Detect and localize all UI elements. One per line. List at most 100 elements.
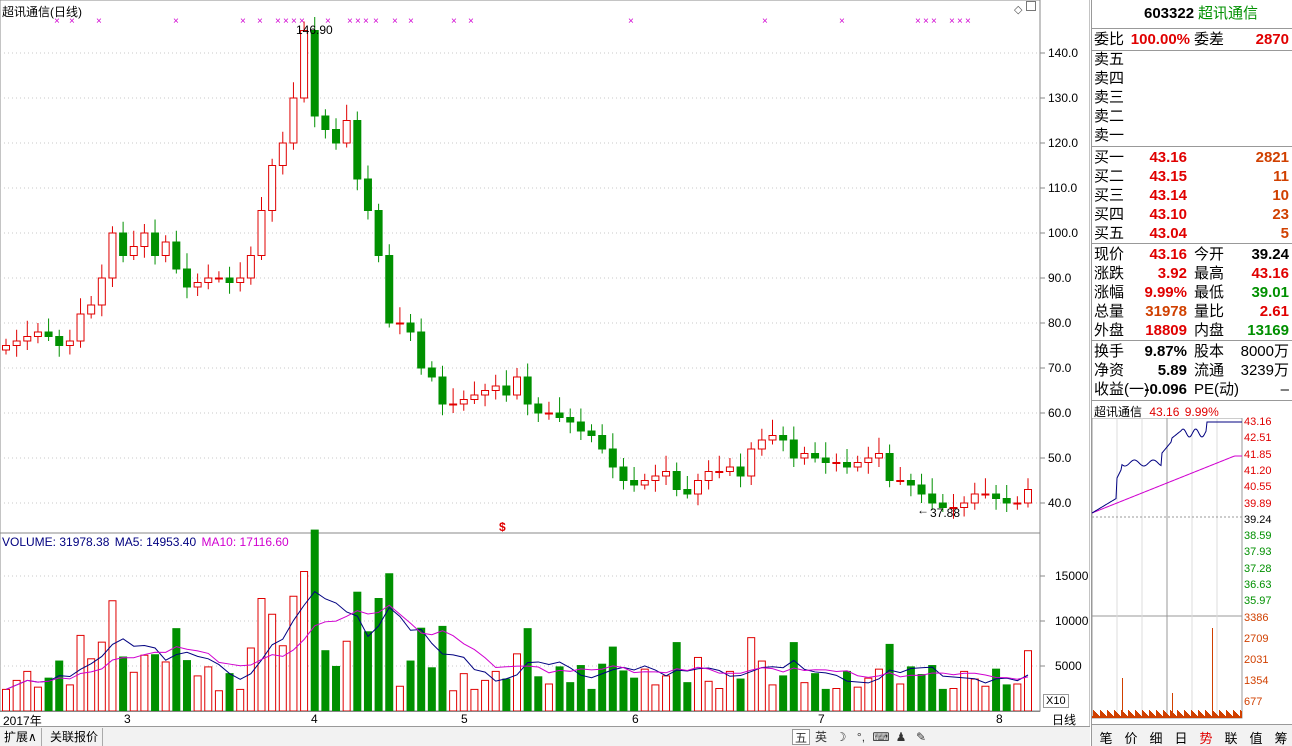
wrench-icon[interactable]: ✎	[912, 729, 930, 745]
volume-bar	[23, 670, 32, 712]
tab-ticks[interactable]: 笔	[1094, 728, 1118, 746]
volume-bar	[576, 665, 585, 712]
stat-value: 3239万	[1240, 362, 1289, 379]
volume-bar	[268, 613, 277, 712]
diamond-icon[interactable]: ◇	[1014, 3, 1022, 16]
stat-value: 39.24	[1251, 246, 1289, 263]
user-icon[interactable]: ♟	[892, 729, 910, 745]
candle-body	[236, 277, 245, 283]
candle-body	[385, 255, 394, 324]
volume-bar	[321, 650, 330, 712]
stat-label: 净资	[1094, 362, 1125, 379]
mini-price-tick: 42.51	[1244, 432, 1272, 445]
moon-icon[interactable]: ☽	[832, 729, 850, 745]
english-mode-icon[interactable]: 英	[812, 729, 830, 745]
stat-label: 最高	[1194, 265, 1225, 282]
stat-value: -0.096	[1144, 381, 1187, 398]
volume-bar	[140, 654, 149, 712]
buy-volume: 23	[1272, 206, 1289, 223]
stat-value: 2.61	[1259, 303, 1289, 320]
candle-body	[513, 376, 521, 396]
volume-bar	[928, 665, 937, 712]
buy-row[interactable]: 买一 43.16 2821	[1092, 148, 1292, 167]
tab-price[interactable]: 价	[1119, 728, 1143, 746]
input-method-icon[interactable]: 五	[792, 729, 810, 745]
volume-bar	[87, 658, 96, 712]
candle-body	[747, 448, 756, 477]
volume-legend: VOLUME: 31978.38 MA5: 14953.40 MA10: 171…	[2, 535, 289, 549]
volume-bar	[502, 678, 511, 712]
buy-row[interactable]: 买二 43.15 11	[1092, 167, 1292, 186]
tab-trend[interactable]: 势	[1194, 728, 1218, 746]
stock-name: 超讯通信	[1198, 5, 1259, 22]
buy-price: 43.16	[1149, 149, 1187, 166]
tab-detail[interactable]: 细	[1144, 728, 1168, 746]
sell-row[interactable]: 卖四	[1092, 69, 1292, 88]
sell-row[interactable]: 卖三	[1092, 88, 1292, 107]
event-marker-icon: ×	[408, 16, 414, 27]
volume-bar	[119, 656, 128, 712]
punctuation-icon[interactable]: °,	[852, 729, 870, 745]
candle-body	[906, 480, 915, 486]
volume-bar	[342, 640, 351, 712]
volume-bar	[630, 677, 639, 712]
volume-bar	[1002, 684, 1011, 712]
tab-related[interactable]: 联	[1219, 728, 1243, 746]
kline-chart[interactable]: × × × × × × × × × × × × × × × × × × × × × × × × × × × ×	[0, 0, 1091, 727]
sell-row[interactable]: 卖一	[1092, 126, 1292, 145]
buy-row[interactable]: 买三 43.14 10	[1092, 186, 1292, 205]
candle-body	[161, 241, 170, 256]
quote-panel-tabs: 笔 价 细 日 势 联 值 筹	[1092, 724, 1292, 746]
volume-bar	[598, 663, 607, 712]
tab-chips[interactable]: 筹	[1269, 728, 1292, 746]
quote-panel: 603322 超讯通信 委比 100.00% 委差 2870 卖五 卖四 卖三 …	[1091, 0, 1292, 746]
event-marker-icon: ×	[257, 16, 263, 27]
buy-volume: 10	[1272, 187, 1289, 204]
volume-bar	[406, 660, 415, 712]
candle-body	[193, 282, 202, 288]
tab-value[interactable]: 值	[1244, 728, 1268, 746]
candle-body	[76, 313, 85, 342]
candle-body	[23, 336, 32, 342]
candle-body	[715, 471, 724, 473]
candle-body	[587, 430, 596, 436]
candle-body	[108, 232, 117, 279]
weicha-label: 委差	[1194, 31, 1225, 48]
event-marker-icon: ×	[965, 16, 971, 27]
sell-row[interactable]: 卖二	[1092, 107, 1292, 126]
volume-bar	[672, 642, 681, 712]
sell-row[interactable]: 卖五	[1092, 50, 1292, 69]
buy-row[interactable]: 买四 43.10 23	[1092, 205, 1292, 224]
volume-bar	[395, 685, 404, 712]
stat-label: PE(动)	[1194, 381, 1240, 398]
volume-bar	[214, 690, 223, 712]
volume-bar	[55, 660, 64, 712]
kline-chart-area[interactable]: × × × × × × × × × × × × × × × × × × × × × × × × × × × × 超讯通信(日线) ◇ …	[0, 0, 1091, 728]
candle-body	[885, 453, 894, 481]
candle-body	[768, 435, 777, 441]
candle-body	[204, 277, 213, 283]
related-quotes-tab[interactable]: 关联报价	[46, 728, 104, 746]
keyboard-icon[interactable]: ⌨	[872, 729, 890, 745]
buy-row[interactable]: 买五 43.04 5	[1092, 224, 1292, 243]
stat-label: 总量	[1094, 303, 1125, 320]
mini-volume-tick: 2709	[1244, 633, 1269, 645]
maximize-icon[interactable]	[1026, 1, 1036, 11]
volume-bar	[789, 642, 798, 712]
stock-code: 603322	[1144, 5, 1195, 22]
stat-value: 31978	[1145, 303, 1187, 320]
volume-bar	[736, 678, 745, 712]
event-marker-icon: ×	[283, 16, 289, 27]
buy-volume: 11	[1273, 168, 1289, 185]
volume-bar	[33, 686, 42, 712]
stat-label: 股本	[1194, 343, 1225, 360]
tab-daily[interactable]: 日	[1169, 728, 1193, 746]
candle-body	[97, 277, 106, 306]
event-marker-icon: ×	[275, 16, 281, 27]
candle-body	[608, 448, 617, 468]
volume-bar	[587, 688, 596, 712]
candle-body	[619, 466, 628, 481]
expand-tab[interactable]: 扩展∧	[0, 728, 42, 746]
candle-body	[502, 385, 511, 396]
candle-body	[406, 322, 415, 333]
